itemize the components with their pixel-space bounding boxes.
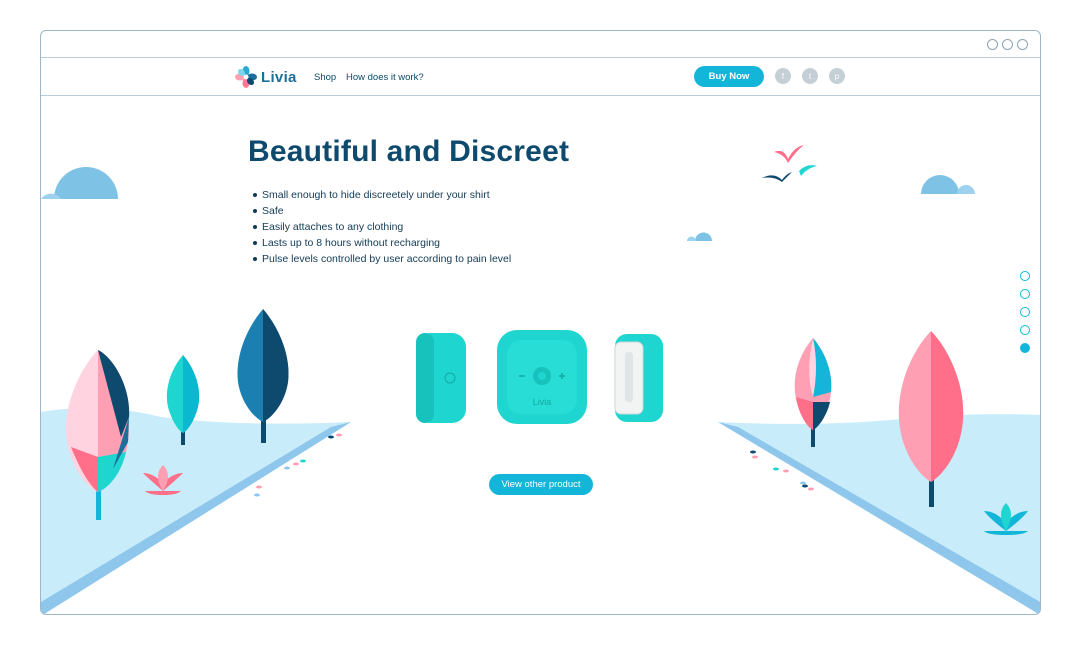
flower-logo-icon bbox=[235, 66, 257, 88]
facebook-icon[interactable]: f bbox=[775, 68, 791, 84]
slide-pager bbox=[1020, 271, 1030, 353]
logo[interactable]: Livia bbox=[234, 65, 297, 89]
browser-window: Livia Shop How does it work? Buy Now f t… bbox=[40, 30, 1041, 615]
pager-dot-active[interactable] bbox=[1020, 343, 1030, 353]
view-other-product-button[interactable]: View other product bbox=[489, 474, 593, 495]
pager-dot[interactable] bbox=[1020, 289, 1030, 299]
tree-blue-left bbox=[237, 309, 289, 443]
hero-scene: Livia Beautiful and Discreet Small enoug… bbox=[41, 97, 1040, 614]
cloud-right bbox=[921, 175, 975, 194]
product-device-side-left bbox=[416, 333, 466, 423]
buy-now-button[interactable]: Buy Now bbox=[694, 66, 764, 87]
nav-link-shop[interactable]: Shop bbox=[314, 72, 336, 83]
pager-dot[interactable] bbox=[1020, 307, 1030, 317]
scene-illustration: Livia bbox=[41, 145, 1040, 614]
birds-group bbox=[762, 145, 817, 182]
window-control-dot[interactable] bbox=[1017, 39, 1028, 50]
window-control-dot[interactable] bbox=[987, 39, 998, 50]
window-control-dot[interactable] bbox=[1002, 39, 1013, 50]
feature-list: Small enough to hide discreetely under y… bbox=[252, 187, 511, 267]
top-navigation: Livia Shop How does it work? Buy Now f t… bbox=[41, 58, 1040, 96]
feature-item: Pulse levels controlled by user accordin… bbox=[252, 251, 511, 267]
cloud-left bbox=[41, 167, 118, 199]
product-device-clip-side bbox=[614, 334, 663, 422]
twitter-icon[interactable]: t bbox=[802, 68, 818, 84]
cloud-small bbox=[687, 232, 712, 241]
window-chrome bbox=[41, 31, 1040, 58]
feature-item: Safe bbox=[252, 203, 511, 219]
pinterest-icon[interactable]: p bbox=[829, 68, 845, 84]
hero-title: Beautiful and Discreet bbox=[248, 135, 570, 168]
window-controls bbox=[987, 39, 1028, 50]
product-label: Livia bbox=[533, 397, 552, 407]
nav-link-how-it-works[interactable]: How does it work? bbox=[346, 72, 424, 83]
feature-item: Small enough to hide discreetely under y… bbox=[252, 187, 511, 203]
pager-dot[interactable] bbox=[1020, 325, 1030, 335]
logo-text: Livia bbox=[261, 68, 297, 86]
pager-dot[interactable] bbox=[1020, 271, 1030, 281]
feature-item: Lasts up to 8 hours without recharging bbox=[252, 235, 511, 251]
product-device-front bbox=[497, 330, 587, 424]
feature-item: Easily attaches to any clothing bbox=[252, 219, 511, 235]
